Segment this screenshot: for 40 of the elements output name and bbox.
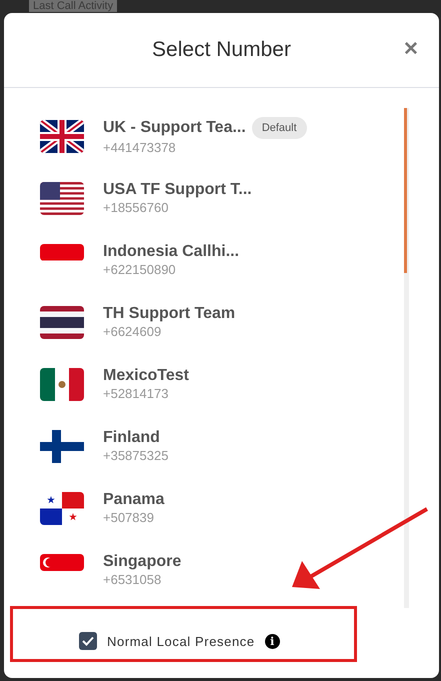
info-icon[interactable]: i <box>264 634 280 648</box>
flag-icon <box>40 182 84 214</box>
default-badge: Default <box>252 117 307 139</box>
checkbox[interactable] <box>79 632 97 650</box>
checkbox-label: Normal Local Presence <box>107 634 255 648</box>
number-item[interactable]: TH Support Team +6624609 <box>40 300 404 344</box>
flag-icon <box>40 430 84 462</box>
number-item[interactable]: Singapore +6531058 <box>40 548 404 592</box>
number-name: USA TF Support T... <box>103 181 252 199</box>
number-name: UK - Support Tea... <box>103 119 246 137</box>
number-name: Singapore <box>103 553 182 571</box>
number-name: MexicoTest <box>103 367 189 385</box>
number-name: Finland <box>103 429 160 447</box>
number-item[interactable]: MexicoTest +52814173 <box>40 362 404 406</box>
phone-number: +6531058 <box>103 572 162 587</box>
flag-icon <box>40 244 84 260</box>
number-item[interactable]: Finland +35875325 <box>40 424 404 468</box>
number-name: TH Support Team <box>103 305 236 323</box>
phone-number: +441473378 <box>103 140 177 155</box>
phone-number: +52814173 <box>103 386 170 401</box>
flag-icon <box>40 554 84 570</box>
number-item[interactable]: UK - Support Tea... Default +441473378 <box>40 114 404 158</box>
flag-icon <box>40 306 84 338</box>
number-item[interactable]: Panama +507839 <box>40 486 404 530</box>
flag-icon <box>40 368 84 400</box>
number-item[interactable]: USA TF Support T... +18556760 <box>40 176 404 220</box>
scrollbar-thumb[interactable] <box>404 108 407 273</box>
phone-number: +35875325 <box>103 448 168 463</box>
flag-icon <box>40 492 84 524</box>
phone-number: +507839 <box>103 510 155 525</box>
number-item[interactable]: Indonesia Callhi... +622150890 <box>40 238 404 282</box>
number-name: Indonesia Callhi... <box>103 243 240 261</box>
phone-number: +6624609 <box>103 324 162 339</box>
dialog-title: Select Number <box>152 38 291 62</box>
phone-number: +18556760 <box>103 200 170 215</box>
phone-number: +622150890 <box>103 262 177 277</box>
close-button[interactable]: ✕ <box>403 37 419 61</box>
flag-icon <box>40 120 84 152</box>
scrollbar[interactable] <box>404 108 409 608</box>
number-name: Panama <box>103 491 164 509</box>
